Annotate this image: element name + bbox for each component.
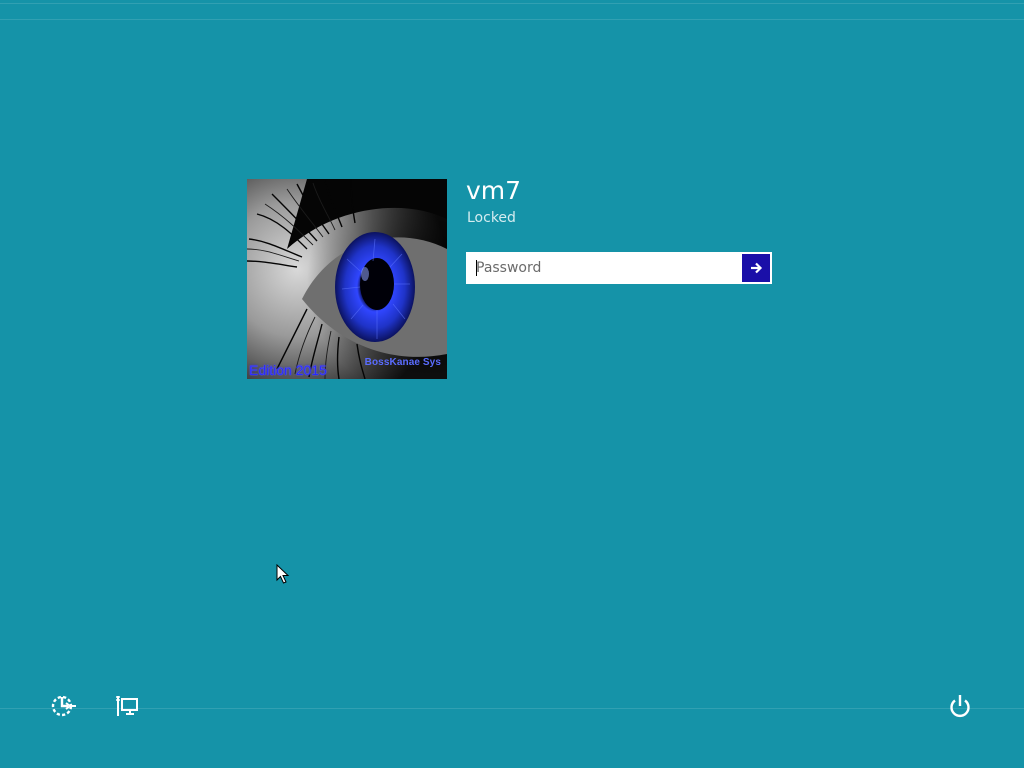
scanline [0,19,1024,20]
network-icon [113,692,141,720]
mouse-cursor-icon [276,563,290,584]
avatar-edition-text: Edition 2015 [249,362,327,378]
lock-screen: Edition 2015 BossKanae Sys vm7 Locked [0,0,1024,768]
network-button[interactable] [113,692,141,720]
scanline [0,708,1024,709]
arrow-right-icon [749,261,763,275]
power-icon [946,692,974,720]
user-name: vm7 [466,176,522,205]
ease-of-access-icon [49,692,77,720]
scanline [0,3,1024,4]
ease-of-access-button[interactable] [49,692,77,720]
power-button[interactable] [946,692,974,720]
submit-button[interactable] [742,254,770,282]
text-caret [476,260,477,276]
user-status: Locked [467,210,516,226]
password-input[interactable] [467,253,741,283]
password-box [466,252,772,284]
avatar-brand-text: BossKanae Sys [364,357,441,368]
user-avatar: Edition 2015 BossKanae Sys [247,179,447,379]
eye-picture [247,179,447,379]
